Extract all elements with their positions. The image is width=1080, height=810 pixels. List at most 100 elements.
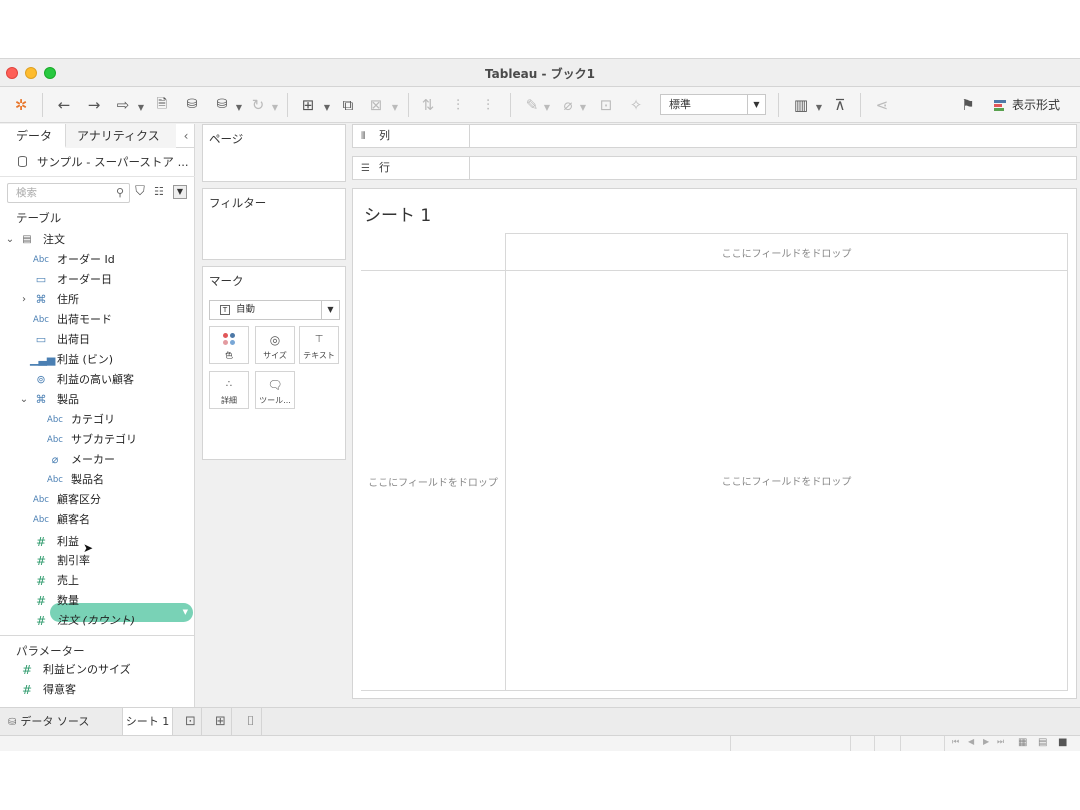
field-ship-mode[interactable]: Abc 出荷モード (0, 310, 195, 330)
save-icon[interactable]: 🗎 (152, 95, 172, 115)
drop-zone-view[interactable]: ここにフィールドをドロップ (506, 473, 1067, 488)
forward-icon[interactable]: → (84, 95, 104, 115)
tooltip-icon[interactable]: ⚑ (958, 95, 978, 115)
connect-dropdown-caret[interactable]: ▼ (136, 95, 146, 115)
drop-zone-rows[interactable]: ここにフィールドをドロップ (361, 474, 505, 489)
pause-dropdown-caret[interactable]: ▼ (234, 95, 244, 115)
field-order-count[interactable]: # 注文 (カウント) (0, 611, 195, 631)
field-label: 住所 (57, 293, 79, 306)
field-quantity[interactable]: # 数量 (0, 591, 195, 611)
field-order-date[interactable]: ▭ オーダー日 (0, 270, 195, 290)
filters-card[interactable]: フィルター (202, 188, 346, 260)
field-profit[interactable]: # 利益 ➤ (0, 532, 195, 555)
labels-icon[interactable]: ⊡ (596, 95, 616, 115)
measure-icon: # (35, 614, 47, 628)
swap-icon[interactable]: ⇅ (418, 95, 438, 115)
back-icon[interactable]: ← (54, 95, 74, 115)
group-caret[interactable]: ▼ (578, 95, 588, 115)
table-row-orders[interactable]: ⌄ ▤ 注文 (0, 230, 195, 250)
datasource-tab[interactable]: ⛁ データ ソース (8, 708, 89, 735)
first-page-icon[interactable]: ⏮ (952, 737, 959, 747)
show-cards-caret[interactable]: ▼ (814, 95, 824, 115)
color-button[interactable]: 色 (209, 326, 249, 364)
filmstrip-view-icon[interactable]: ▤ (1038, 737, 1047, 748)
field-customer-name[interactable]: Abc 顧客名 (0, 510, 195, 530)
last-page-icon[interactable]: ⏭ (997, 737, 1004, 747)
size-icon: ◎ (269, 333, 281, 347)
tooltip-button[interactable]: 🗨 ツール... (255, 371, 295, 409)
highlight-icon[interactable]: ✎ (522, 95, 542, 115)
presentation-icon[interactable]: ⊼ (830, 95, 850, 115)
group-icon[interactable]: ⌀ (558, 95, 578, 115)
clear-icon[interactable]: ⊠ (366, 95, 386, 115)
refresh-icon[interactable]: ↻ (248, 95, 268, 115)
chevron-down-icon: ▼ (747, 95, 765, 114)
grid-view-icon[interactable]: ▦ (1018, 737, 1027, 748)
field-high-profit-customer[interactable]: ⊚ 利益の高い顧客 (0, 370, 195, 390)
param-label: 得意客 (43, 683, 76, 696)
new-datasource-icon[interactable]: ⛁ (182, 95, 202, 115)
refresh-dropdown-caret[interactable]: ▼ (270, 95, 280, 115)
size-button[interactable]: ◎ サイズ (255, 326, 295, 364)
field-manufacturer[interactable]: ⌀ メーカー (0, 450, 195, 470)
field-discount[interactable]: # 割引率 (0, 551, 195, 571)
tab-data[interactable]: データ (0, 124, 66, 148)
detail-button[interactable]: ∴ 詳細 (209, 371, 249, 409)
pause-updates-icon[interactable]: ⛁ (212, 95, 232, 115)
text-button[interactable]: ⊤ テキスト (299, 326, 339, 364)
abc-icon: Abc (47, 415, 63, 425)
pages-card[interactable]: ページ (202, 124, 346, 182)
new-worksheet-caret[interactable]: ▼ (322, 95, 332, 115)
sort-desc-icon[interactable]: ⫶ (478, 95, 498, 115)
field-profit-bin[interactable]: ▁▃▅ 利益 (ビン) (0, 350, 195, 370)
field-segment[interactable]: Abc 顧客区分 (0, 490, 195, 510)
field-product[interactable]: ⌄ ⌘ 製品 (0, 390, 195, 410)
field-subcategory[interactable]: Abc サブカテゴリ (0, 430, 195, 450)
field-label: 製品 (57, 393, 79, 406)
new-worksheet-icon[interactable]: ⊞ (298, 95, 318, 115)
field-ship-date[interactable]: ▭ 出荷日 (0, 330, 195, 350)
prev-page-icon[interactable]: ◀ (968, 737, 974, 746)
sheet-tab[interactable]: シート 1 (122, 708, 173, 735)
duplicate-icon[interactable]: ⧉ (338, 95, 358, 115)
rows-shelf[interactable]: ☰ 行 (352, 156, 1077, 180)
drop-zone-columns[interactable]: ここにフィールドをドロップ (506, 245, 1067, 260)
show-me-button[interactable]: 表示形式 (994, 95, 1060, 115)
pane-menu-dropdown[interactable]: ▼ (173, 185, 187, 199)
param-profit-bin-size[interactable]: # 利益ビンのサイズ (0, 660, 195, 680)
share-icon[interactable]: ⋖ (872, 95, 892, 115)
field-product-name[interactable]: Abc 製品名 (0, 470, 195, 490)
param-top-customers[interactable]: # 得意客 (0, 680, 195, 700)
chevron-down-icon[interactable]: ⌄ (4, 230, 16, 250)
new-dashboard-icon[interactable]: ⊞ (210, 708, 232, 735)
connect-icon[interactable]: ⇨ (112, 95, 134, 115)
field-sales[interactable]: # 売上 (0, 571, 195, 591)
new-sheet-icon[interactable]: ⊡ (180, 708, 202, 735)
collapse-pane-icon[interactable]: ‹ (178, 124, 194, 148)
field-address[interactable]: › ⌘ 住所 (0, 290, 195, 310)
datasource-item[interactable]: サンプル - スーパーストア ... (0, 149, 195, 175)
columns-shelf[interactable]: ⦀ 列 (352, 124, 1077, 148)
sort-asc-icon[interactable]: ⫶ (448, 95, 468, 115)
clear-dropdown-caret[interactable]: ▼ (390, 95, 400, 115)
highlight-caret[interactable]: ▼ (542, 95, 552, 115)
search-input[interactable]: 検索 ⚲ (7, 183, 130, 203)
table-name: 注文 (43, 233, 65, 246)
fit-dropdown[interactable]: 標準 ▼ (660, 94, 766, 115)
mark-type-dropdown[interactable]: T 自動 ▼ (209, 300, 340, 320)
tableau-logo-icon[interactable]: ✲ (12, 95, 30, 115)
next-page-icon[interactable]: ▶ (983, 737, 989, 746)
pin-icon[interactable]: ✧ (626, 95, 646, 115)
chevron-down-icon[interactable]: ⌄ (18, 390, 30, 410)
view-list-icon[interactable]: ☷ (154, 185, 168, 199)
chevron-right-icon[interactable]: › (18, 290, 30, 310)
field-order-id[interactable]: Abc オーダー Id (0, 250, 195, 270)
tab-analytics[interactable]: アナリティクス (66, 124, 176, 148)
show-cards-icon[interactable]: ▥ (790, 95, 812, 115)
param-label: 利益ビンのサイズ (43, 663, 131, 676)
field-category[interactable]: Abc カテゴリ (0, 410, 195, 430)
filter-icon[interactable]: ⛉ (133, 184, 147, 202)
tab-view-icon[interactable]: ■ (1058, 737, 1067, 748)
new-story-icon[interactable]: ⌷ (240, 708, 262, 735)
sheet-title[interactable]: シート 1 (364, 201, 431, 226)
